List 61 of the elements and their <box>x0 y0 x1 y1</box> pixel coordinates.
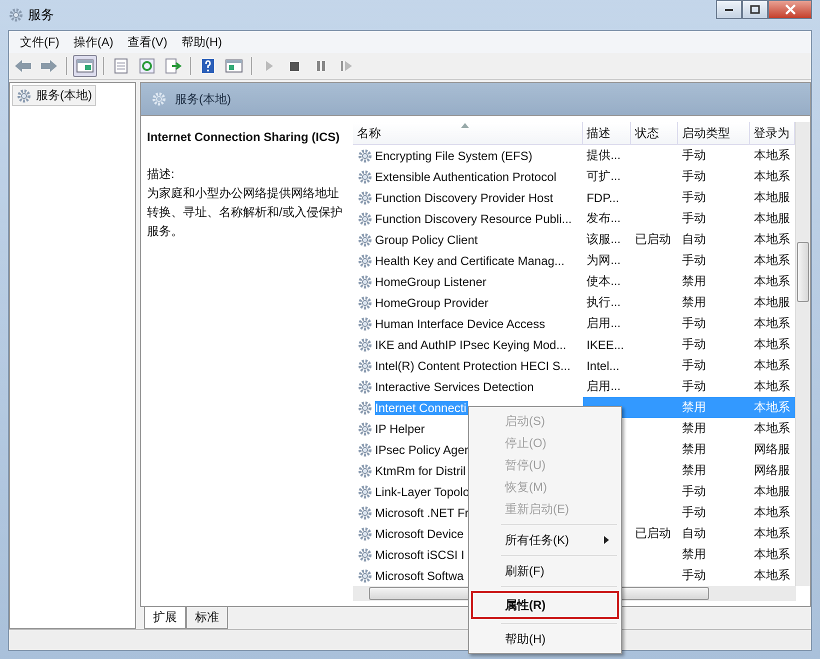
table-cell-text: 本地服 <box>752 189 791 206</box>
table-cell-text: 网络服 <box>752 462 791 479</box>
table-cell-text: 本地系 <box>752 231 791 248</box>
table-cell-text: 手动 <box>681 357 708 374</box>
table-cell-text: 手动 <box>681 483 708 500</box>
table-cell-text: 可扩... <box>586 168 622 185</box>
table-cell-text: 手动 <box>681 147 708 164</box>
table-cell-text: 使本... <box>586 273 622 290</box>
table-cell-text: 禁用 <box>681 420 708 437</box>
table-cell-text: 自动 <box>681 525 708 542</box>
table-cell-text: 提供... <box>586 147 622 164</box>
table-cell-text: 本地系 <box>752 147 791 164</box>
table-cell-text: 本地系 <box>752 252 791 269</box>
table-cell-text: 本地系 <box>752 420 791 437</box>
description-text: 为家庭和小型办公网络提供网络地址转换、寻址、名称解析和/或入侵保护服务。 <box>147 185 344 240</box>
table-cell-text: 禁用 <box>681 294 708 311</box>
table-cell-text: 为网... <box>586 252 622 269</box>
table-cell: 禁用 <box>678 397 750 418</box>
table-cell-text: 自动 <box>681 231 708 248</box>
table-cell-text: 本地系 <box>752 546 791 563</box>
table-cell-text: 启用... <box>586 378 622 395</box>
table-cell-text: 手动 <box>681 252 708 269</box>
table-cell-text: 手动 <box>681 504 708 521</box>
table-cell-text: 本地系 <box>752 315 791 332</box>
window-title: 服务 <box>28 6 54 24</box>
table-cell-text: 禁用 <box>681 546 708 563</box>
table-cell: 本地系 <box>750 397 796 418</box>
table-cell-text: 手动 <box>681 210 708 227</box>
table-cell-text: 手动 <box>681 336 708 353</box>
table-cell-text: 启用... <box>586 315 622 332</box>
table-cell-text: Intel... <box>586 358 620 374</box>
table-cell-text: 禁用 <box>681 273 708 290</box>
table-cell-text: 本地系 <box>752 504 791 521</box>
table-cell-text: 已启动 <box>634 525 672 542</box>
table-cell-text: 本地系 <box>752 168 791 185</box>
table-cell-text: 手动 <box>681 567 708 584</box>
table-cell-text: 本地系 <box>752 273 791 290</box>
table-cell-text: 手动 <box>681 189 708 206</box>
table-cell-text: 手动 <box>681 378 708 395</box>
service-title: Internet Connection Sharing (ICS) <box>147 129 341 146</box>
description-label: 描述: <box>147 166 176 183</box>
table-cell-text: 已启动 <box>634 231 672 248</box>
table-cell-text: FDP... <box>586 190 620 206</box>
table-cell-text: 网络服 <box>752 441 791 458</box>
table-cell-text: 手动 <box>681 168 708 185</box>
table-cell-text: 该服... <box>586 231 622 248</box>
table-cell-text: 发布... <box>586 210 622 227</box>
table-cell-text: 本地系 <box>752 357 791 374</box>
table-cell-text: 本地服 <box>752 210 791 227</box>
table-cell-text: 本地系 <box>752 336 791 353</box>
table-cell-text: 本地系 <box>752 525 791 542</box>
table-cell-text: 本地系 <box>752 567 791 584</box>
table-cell-text: 执行... <box>586 294 622 311</box>
table-cell-text: 本地服 <box>752 294 791 311</box>
table-cell-text: 本地系 <box>752 378 791 395</box>
table-cell-text: 禁用 <box>681 462 708 479</box>
table-cell-text: 手动 <box>681 315 708 332</box>
pane-title: 服务(本地) <box>175 90 231 108</box>
table-cell-text: IKEE... <box>586 336 625 354</box>
table-cell-text: 禁用 <box>681 441 708 458</box>
table-cell-text: 本地服 <box>752 483 791 500</box>
